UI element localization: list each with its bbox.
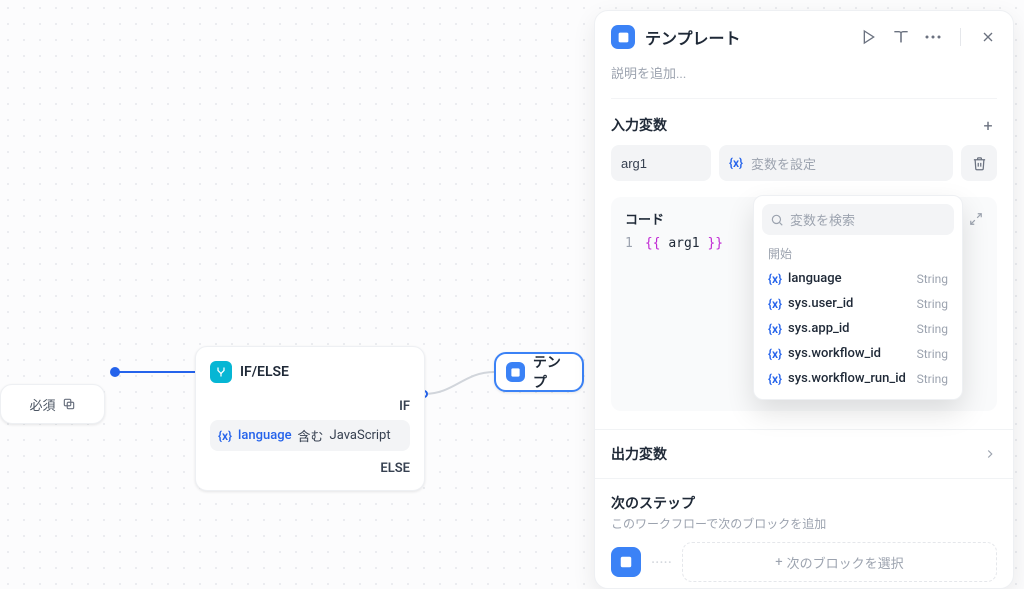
output-vars-section[interactable]: 出力変数 — [595, 429, 1013, 478]
panel-header: テンプレート — [595, 11, 1013, 59]
cond-op: 含む — [298, 426, 324, 445]
variable-type: String — [917, 347, 948, 361]
code-lineno: 1 — [625, 236, 633, 251]
ifelse-header: IF/ELSE — [210, 361, 410, 383]
template-config-panel: テンプレート 説明を追加... 入力変数 + {x} — [594, 10, 1014, 589]
required-node[interactable]: 必須 — [0, 384, 105, 424]
search-placeholder: 変数を検索 — [790, 210, 855, 229]
var-icon: {x} — [768, 297, 782, 311]
template-node-label: テンプ — [533, 352, 572, 392]
code-close-brace: }} — [707, 236, 723, 251]
divider — [960, 28, 961, 46]
variable-name: sys.app_id — [788, 321, 911, 336]
expand-code-button[interactable] — [969, 212, 983, 226]
variable-option[interactable]: {x} sys.user_id String — [762, 291, 954, 316]
if-condition[interactable]: {x} language 含む JavaScript — [210, 420, 410, 451]
description-field[interactable]: 説明を追加... — [611, 59, 997, 99]
variable-name: sys.user_id — [788, 296, 911, 311]
variable-option[interactable]: {x} sys.workflow_run_id String — [762, 366, 954, 391]
template-icon — [611, 25, 635, 49]
required-label: 必須 — [29, 395, 55, 414]
more-icon[interactable] — [924, 28, 942, 46]
var-icon: {x} — [768, 372, 782, 386]
next-step-title: 次のステップ — [611, 493, 997, 513]
next-block-placeholder: 次のブロックを選択 — [787, 553, 904, 572]
var-icon: {x} — [768, 322, 782, 336]
input-var-row: {x} 変数を設定 — [611, 145, 997, 181]
run-button[interactable] — [860, 28, 878, 46]
variable-option[interactable]: {x} sys.workflow_id String — [762, 341, 954, 366]
branch-icon — [210, 361, 232, 383]
next-block-selector[interactable]: + 次のブロックを選択 — [682, 542, 997, 582]
code-var-name: arg1 — [668, 236, 699, 251]
variable-dropdown: 変数を検索 開始 {x} language String {x} sys.user_id… — [753, 195, 963, 400]
var-set-field[interactable]: {x} 変数を設定 — [719, 145, 953, 181]
variable-type: String — [917, 272, 948, 286]
panel-resize-handle[interactable] — [594, 276, 595, 324]
code-open-brace: {{ — [645, 236, 661, 251]
var-icon: {x} — [768, 347, 782, 361]
add-input-var-button[interactable]: + — [979, 116, 997, 135]
variable-name: sys.workflow_run_id — [788, 371, 911, 386]
template-icon — [611, 547, 641, 577]
if-label: IF — [210, 399, 410, 414]
var-icon: {x} — [729, 156, 743, 170]
dropdown-group-label: 開始 — [768, 245, 948, 262]
var-icon: {x} — [218, 429, 232, 443]
close-icon[interactable] — [979, 28, 997, 46]
varset-placeholder: 変数を設定 — [751, 154, 816, 173]
variable-search-input[interactable]: 変数を検索 — [762, 204, 954, 235]
output-vars-title: 出力変数 — [611, 444, 667, 464]
arg-name-input[interactable] — [611, 145, 711, 181]
code-label: コード — [625, 209, 664, 228]
delete-input-var-button[interactable] — [961, 145, 997, 181]
copy-icon — [62, 397, 76, 411]
variable-option[interactable]: {x} sys.app_id String — [762, 316, 954, 341]
cond-var: language — [238, 428, 292, 443]
variable-type: String — [917, 372, 948, 386]
next-step-desc: このワークフローで次のブロックを追加 — [611, 515, 997, 532]
else-label: ELSE — [210, 461, 410, 476]
next-step-section: 次のステップ このワークフローで次のブロックを追加 ····· + 次のブロック… — [595, 478, 1013, 588]
variable-name: language — [788, 271, 911, 286]
ifelse-title: IF/ELSE — [240, 364, 289, 380]
template-icon — [506, 362, 525, 382]
template-node-canvas[interactable]: テンプ — [494, 352, 584, 392]
edge-required-to-ifelse — [116, 371, 195, 373]
chevron-right-icon — [983, 447, 997, 461]
var-icon: {x} — [768, 272, 782, 286]
cond-value: JavaScript — [330, 428, 391, 443]
variable-type: String — [917, 297, 948, 311]
variable-option[interactable]: {x} language String — [762, 266, 954, 291]
panel-title: テンプレート — [645, 25, 850, 49]
search-icon — [770, 213, 784, 227]
edge-ifelse-to-template — [424, 370, 496, 398]
variable-name: sys.workflow_id — [788, 346, 911, 361]
ifelse-node[interactable]: IF/ELSE IF {x} language 含む JavaScript EL… — [195, 346, 425, 491]
variable-type: String — [917, 322, 948, 336]
docs-icon[interactable] — [892, 28, 910, 46]
input-vars-title: 入力変数 — [611, 115, 667, 135]
